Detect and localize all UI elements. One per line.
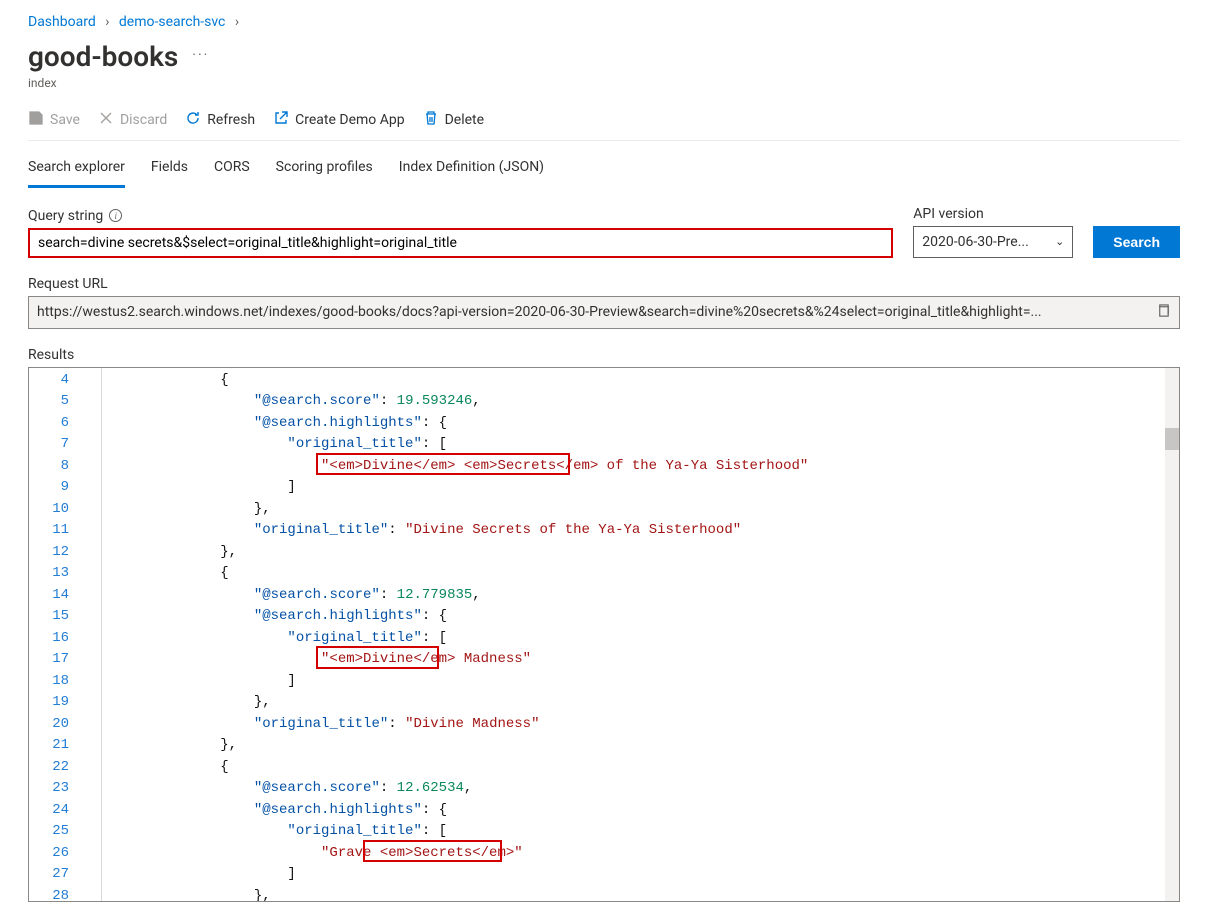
search-button[interactable]: Search <box>1093 226 1180 258</box>
create-demo-label: Create Demo App <box>295 112 404 128</box>
discard-label: Discard <box>120 112 167 128</box>
close-icon <box>98 110 114 130</box>
results-editor[interactable]: 4567891011121314151617181920212223242526… <box>28 367 1180 902</box>
api-version-select[interactable]: 2020-06-30-Pre... ⌄ <box>913 226 1073 258</box>
delete-label: Delete <box>445 112 484 128</box>
page-title: good-books <box>28 40 178 74</box>
request-url-label: Request URL <box>28 276 1180 292</box>
create-demo-button[interactable]: Create Demo App <box>273 110 404 130</box>
query-string-label: Query string <box>28 208 103 224</box>
page-subtitle: index <box>28 76 1180 90</box>
copy-icon[interactable] <box>1156 303 1171 322</box>
query-string-input[interactable] <box>28 228 893 258</box>
trash-icon <box>423 110 439 130</box>
delete-button[interactable]: Delete <box>423 110 484 130</box>
chevron-down-icon: ⌄ <box>1055 235 1064 248</box>
refresh-icon <box>185 110 201 130</box>
chevron-right-icon: › <box>105 14 109 30</box>
api-version-label: API version <box>913 206 983 222</box>
results-label: Results <box>28 347 1180 363</box>
refresh-button[interactable]: Refresh <box>185 110 255 130</box>
tab-search-explorer[interactable]: Search explorer <box>28 151 125 188</box>
breadcrumb-service[interactable]: demo-search-svc <box>119 14 225 30</box>
api-version-value: 2020-06-30-Pre... <box>922 234 1029 250</box>
toolbar: Save Discard Refresh Create Demo App Del… <box>28 90 1180 141</box>
save-label: Save <box>50 112 80 128</box>
breadcrumb-dashboard[interactable]: Dashboard <box>28 14 96 30</box>
save-button: Save <box>28 110 80 130</box>
external-link-icon <box>273 110 289 130</box>
save-icon <box>28 110 44 130</box>
tab-cors[interactable]: CORS <box>214 151 250 188</box>
tabs: Search explorer Fields CORS Scoring prof… <box>28 141 1180 188</box>
editor-minimap-scrollbar[interactable] <box>1165 368 1179 901</box>
request-url-box: https://westus2.search.windows.net/index… <box>28 296 1180 329</box>
discard-button: Discard <box>98 110 167 130</box>
chevron-right-icon: › <box>235 14 239 30</box>
request-url-value: https://westus2.search.windows.net/index… <box>37 304 1148 320</box>
more-menu-icon[interactable]: ··· <box>192 47 209 67</box>
editor-code: { "@search.score": 19.593246, "@search.h… <box>153 368 1179 901</box>
editor-gutter: 4567891011121314151617181920212223242526… <box>29 368 77 901</box>
info-icon[interactable]: i <box>109 209 122 222</box>
tab-scoring-profiles[interactable]: Scoring profiles <box>276 151 373 188</box>
refresh-label: Refresh <box>207 112 255 128</box>
breadcrumb: Dashboard › demo-search-svc › <box>28 10 1180 40</box>
tab-index-definition[interactable]: Index Definition (JSON) <box>399 151 544 188</box>
tab-fields[interactable]: Fields <box>151 151 188 188</box>
